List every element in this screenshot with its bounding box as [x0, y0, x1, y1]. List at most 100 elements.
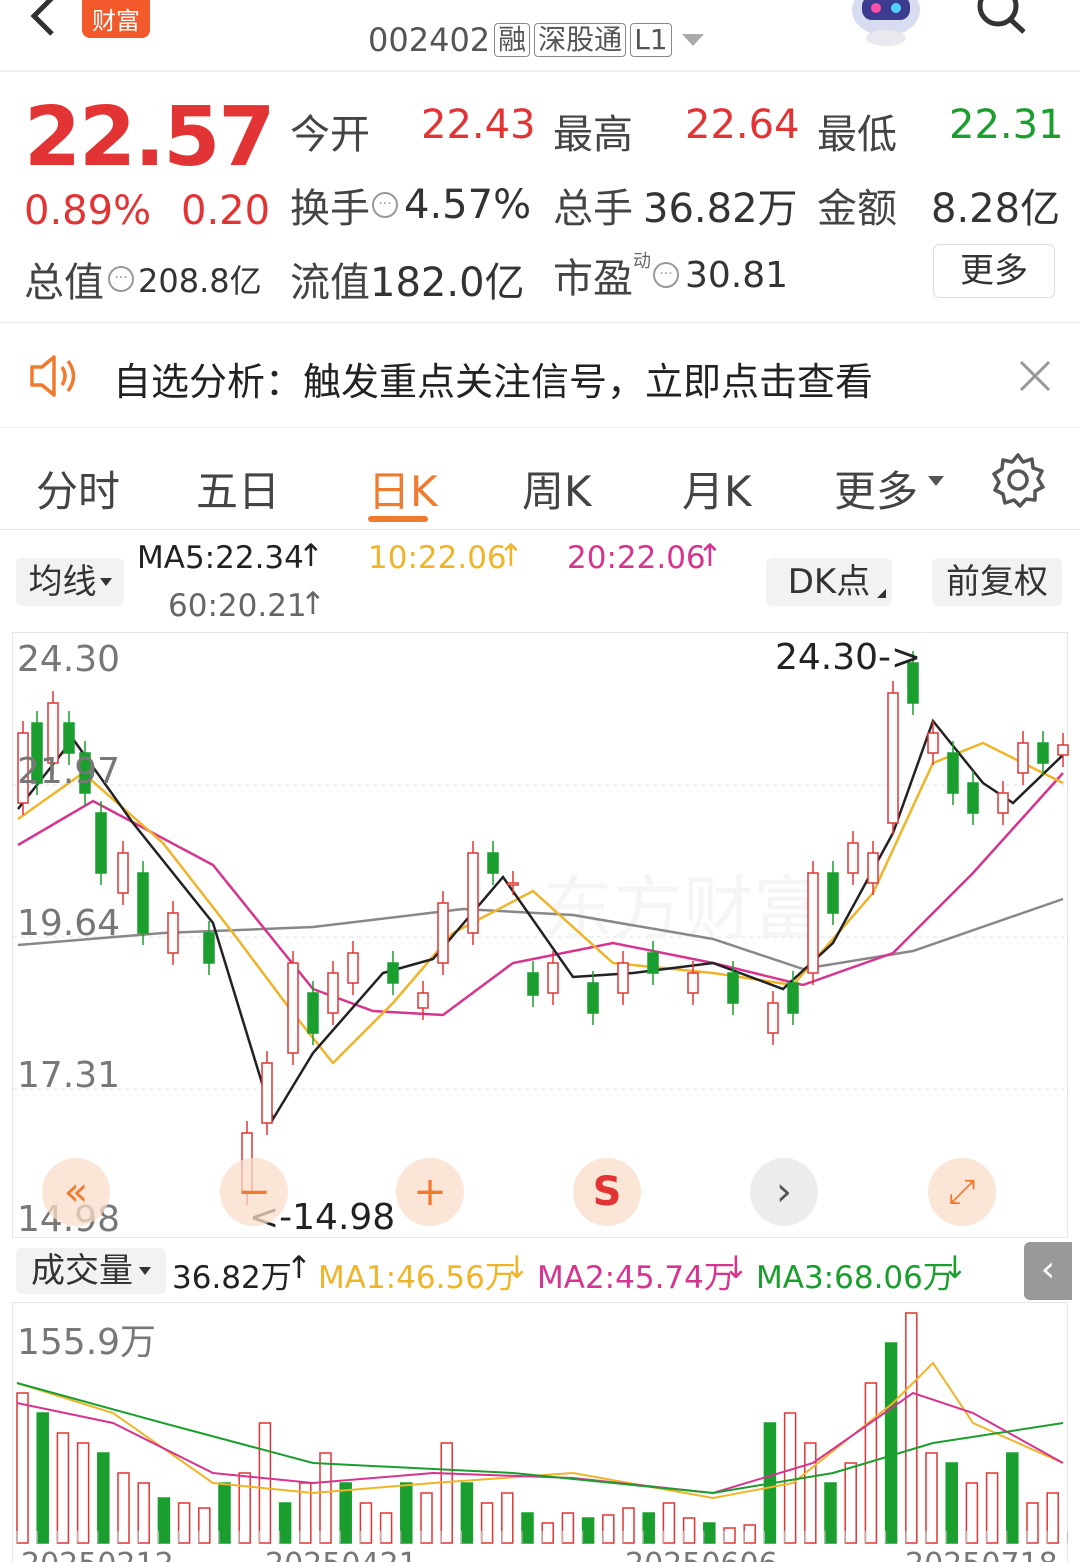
- search-icon[interactable]: [976, 0, 1028, 40]
- candle-body: [767, 1002, 779, 1034]
- tab-intraday[interactable]: 分时: [36, 458, 120, 519]
- volume-bar: [56, 1432, 70, 1544]
- dk-point-label: DK点: [787, 562, 871, 602]
- ma20-up-arrow-icon: ↑: [697, 538, 723, 574]
- collapse-panel-button[interactable]: ‹: [1024, 1242, 1072, 1300]
- volume-up-arrow-icon: ↑: [286, 1250, 312, 1286]
- zoom-in-icon[interactable]: +: [396, 1158, 464, 1226]
- tab-daily-k[interactable]: 日K: [368, 458, 438, 519]
- date-label-2: 20250421: [265, 1547, 418, 1562]
- ma20-value: 20:22.06: [567, 540, 706, 576]
- volume-bar: [884, 1342, 898, 1544]
- tag-connect: 深股通: [534, 23, 627, 57]
- volume-bar: [460, 1482, 474, 1544]
- rewind-icon[interactable]: «: [42, 1158, 110, 1226]
- y-label-2: 21.97: [17, 751, 121, 792]
- volume-bar: [1046, 1492, 1059, 1544]
- volume-bar: [945, 1462, 958, 1544]
- candle-body: [527, 972, 539, 996]
- volume-bar: [440, 1442, 453, 1544]
- signal-s-icon[interactable]: S: [573, 1158, 641, 1226]
- pe-row: 市盈 动 ··· 30.81: [553, 246, 788, 304]
- more-button[interactable]: 更多: [933, 244, 1055, 298]
- vol-ma3-down-arrow-icon: ↓: [942, 1250, 968, 1286]
- volume-bar: [581, 1517, 595, 1544]
- open-label: 今开: [290, 112, 370, 158]
- candle-body: [827, 872, 839, 914]
- market-cap-label: 总值: [24, 260, 104, 306]
- amount-value: 8.28亿: [931, 186, 1061, 232]
- candle-body: [927, 732, 939, 754]
- zoom-out-icon[interactable]: −: [220, 1158, 288, 1226]
- volume-bar: [622, 1507, 635, 1544]
- volume-bar: [905, 1312, 918, 1544]
- forward-icon[interactable]: ›: [750, 1158, 818, 1226]
- volume-bar: [117, 1472, 130, 1544]
- ma-select-button[interactable]: 均线: [16, 558, 124, 606]
- candle-body: [307, 992, 319, 1034]
- stock-code-row[interactable]: 002402 融 深股通 L1: [368, 20, 704, 60]
- volume-bar: [1006, 1452, 1019, 1544]
- volume-bar: [1026, 1502, 1039, 1544]
- candle-body: [417, 992, 429, 1009]
- volume-bar: [379, 1512, 393, 1544]
- volume-chart[interactable]: 155.9万 20250212 20250421 20250606 202507…: [12, 1302, 1068, 1562]
- ma10-value: 10:22.06: [368, 540, 507, 576]
- info-icon[interactable]: ···: [108, 266, 134, 292]
- low-label: 最低: [817, 112, 897, 158]
- volume-indicator-button[interactable]: 成交量: [16, 1248, 166, 1294]
- volume-bar: [97, 1452, 110, 1544]
- back-icon[interactable]: [22, 0, 66, 40]
- tab-weekly-k[interactable]: 周K: [522, 458, 592, 519]
- volume-bar: [198, 1507, 211, 1544]
- ma-line: [17, 772, 1064, 1017]
- dk-point-button[interactable]: DK点: [766, 558, 892, 606]
- top-bar: 财富 002402 融 深股通 L1: [0, 0, 1080, 72]
- candle-body: [437, 902, 449, 964]
- tab-five-day[interactable]: 五日: [196, 458, 280, 519]
- candle-body: [587, 982, 599, 1014]
- stock-code: 002402: [368, 21, 491, 59]
- market-cap-value: 208.8亿: [138, 262, 262, 300]
- candle-body: [887, 692, 899, 824]
- candle-body: [1017, 742, 1029, 774]
- date-label-4: 20250718: [905, 1547, 1058, 1562]
- ma5-up-arrow-icon: ↑: [298, 538, 324, 574]
- candle-body: [63, 722, 75, 754]
- kline-chart[interactable]: 东方财富 24.30 21.97 19.64 17.31 14.98 24.30…: [12, 632, 1069, 1240]
- low-value: 22.31: [949, 102, 1064, 148]
- volume-bar: [36, 1412, 49, 1544]
- candle-body: [947, 752, 959, 794]
- tab-more[interactable]: 更多: [834, 458, 918, 519]
- volume-bar: [359, 1502, 373, 1544]
- candle-body: [727, 972, 739, 1004]
- tab-monthly-k[interactable]: 月K: [682, 458, 752, 519]
- active-tab-indicator: [368, 516, 428, 522]
- settings-gear-icon[interactable]: [990, 452, 1046, 508]
- adjust-button[interactable]: 前复权: [932, 558, 1062, 606]
- y-label-top: 24.30: [17, 639, 121, 680]
- ma60-value: 60:20.21: [168, 588, 307, 624]
- float-label: 流值: [290, 260, 370, 306]
- period-tabs: 分时 五日 日K 周K 月K 更多: [0, 430, 1080, 530]
- volume-y-label: 155.9万: [17, 1322, 157, 1363]
- open-value: 22.43: [421, 102, 536, 148]
- candle-body: [687, 972, 699, 994]
- amount-label: 金额: [817, 186, 897, 232]
- volume-bar: [602, 1514, 615, 1544]
- speaker-icon: [28, 353, 80, 399]
- notice-bar[interactable]: 自选分析：触发重点关注信号，立即点击查看: [0, 322, 1080, 428]
- ma-line: [17, 741, 1064, 1065]
- close-icon[interactable]: [1018, 359, 1052, 393]
- volume-bar: [76, 1442, 90, 1544]
- vol-ma1-value: MA1:46.56万: [318, 1260, 516, 1296]
- robot-avatar-icon[interactable]: [848, 0, 924, 48]
- info-icon[interactable]: ···: [372, 192, 398, 218]
- info-icon[interactable]: ···: [653, 262, 679, 288]
- y-label-4: 17.31: [17, 1055, 121, 1096]
- candle-body: [203, 932, 215, 964]
- date-label-1: 20250212: [21, 1547, 174, 1562]
- candle-body: [847, 842, 859, 874]
- candle-body: [967, 782, 979, 814]
- fullscreen-icon[interactable]: ⤢: [928, 1158, 996, 1226]
